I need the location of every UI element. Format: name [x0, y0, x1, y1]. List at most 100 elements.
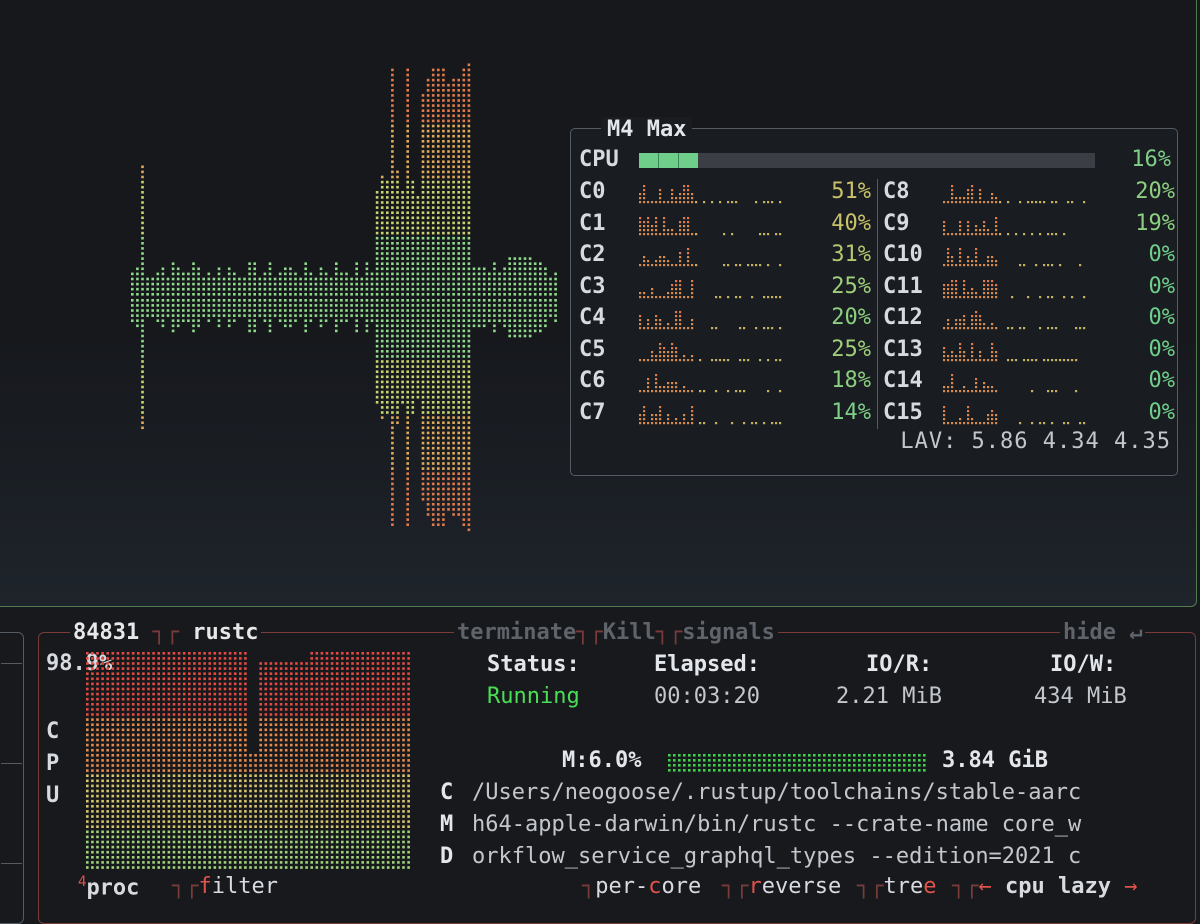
enter-icon: ↵ [1129, 620, 1142, 645]
status-value: Running [487, 684, 580, 709]
core-sparkline [639, 246, 789, 268]
core-row: C15 0% [883, 400, 1173, 430]
core-label: C15 [883, 400, 923, 425]
cpu-total-meter [639, 153, 1095, 168]
elapsed-value: 00:03:20 [654, 684, 760, 709]
core-sparkline-wrap [639, 309, 789, 337]
core-sparkline-wrap [943, 246, 1093, 274]
core-label: C12 [883, 305, 923, 330]
core-label: C10 [883, 242, 923, 267]
core-label: C5 [579, 337, 606, 362]
hide-button[interactable]: hide [1063, 620, 1116, 645]
core-percent: 0% [1105, 305, 1175, 330]
core-percent: 18% [801, 368, 871, 393]
core-label: C7 [579, 400, 606, 425]
cpu-total-label: CPU [579, 147, 619, 172]
cpu-vertical-letter: P [46, 748, 59, 780]
core-sparkline [639, 309, 789, 331]
cpu-vertical-letter: C [46, 716, 59, 748]
core-label: C4 [579, 305, 606, 330]
cpu-vertical-label: CPU [46, 716, 59, 812]
core-row: C110% [883, 274, 1173, 304]
core-sparkline [639, 183, 789, 205]
cpu-total-percent: 16% [1131, 147, 1171, 172]
io-read-label: IO/R: [866, 652, 932, 677]
core-label: C14 [883, 368, 923, 393]
core-sparkline [943, 183, 1093, 205]
core-percent: 0% [1105, 274, 1175, 299]
reverse-button[interactable]: ┐┌reverse [720, 874, 843, 899]
core-row: C6 18% [579, 368, 869, 398]
process-cpu-graph [80, 648, 420, 878]
per-core-button[interactable]: ┐per-core [580, 874, 703, 899]
core-sparkline [943, 215, 1093, 237]
core-percent: 20% [1105, 179, 1175, 204]
core-label: C6 [579, 368, 606, 393]
cmd-letter-m: M [440, 812, 453, 837]
sort-right-arrow[interactable]: → [1124, 874, 1137, 899]
sort-left-arrow[interactable]: ← [979, 874, 992, 899]
core-percent: 0% [1105, 337, 1175, 362]
cmd-letter-d: D [440, 844, 453, 869]
signals-button[interactable]: signals [682, 620, 775, 645]
status-label: Status: [487, 652, 580, 677]
core-label: C13 [883, 337, 923, 362]
tree-button[interactable]: ┐┌tree [855, 874, 939, 899]
proc-label: proc [86, 875, 139, 900]
core-row: C7 14% [579, 400, 869, 430]
cpu-total-meter-fill [639, 153, 698, 168]
core-row: C8 20% [883, 179, 1173, 209]
core-sparkline-wrap [639, 278, 789, 306]
left-pane-edge [0, 632, 24, 924]
sort-selector[interactable]: ┐┌← cpu lazy → [950, 874, 1139, 899]
core-percent: 0% [1105, 400, 1175, 425]
io-read-value: 2.21 MiB [836, 684, 942, 709]
core-sparkline-wrap [943, 278, 1093, 306]
proc-tab[interactable]: 4proc [76, 874, 141, 900]
core-label: C1 [579, 211, 606, 236]
command-line-3: orkflow_service_graphql_types --edition=… [472, 844, 1081, 869]
core-label: C0 [579, 179, 606, 204]
core-column-divider [877, 179, 878, 429]
core-label: C3 [579, 274, 606, 299]
cpu-vertical-letter: U [46, 780, 59, 812]
core-row: C12 0% [883, 305, 1173, 335]
core-sparkline-wrap [639, 372, 789, 400]
core-sparkline-wrap [639, 404, 789, 432]
cpu-model-title: M4 Max [601, 117, 692, 142]
core-sparkline-wrap [943, 372, 1093, 400]
core-row: C4 20% [579, 305, 869, 335]
core-label: C2 [579, 242, 606, 267]
core-sparkline-wrap [639, 183, 789, 211]
core-percent: 25% [801, 274, 871, 299]
terminate-button[interactable]: terminate [457, 620, 576, 645]
core-percent: 14% [801, 400, 871, 425]
core-row: C5 25% [579, 337, 869, 367]
core-row: C13 0% [883, 337, 1173, 367]
filter-button[interactable]: ┐┌filter [170, 874, 280, 899]
cpu-detail-box: M4 Max CPU 16% C051%C140%C231%C325%C420%… [570, 128, 1178, 476]
core-row: C10 0% [883, 242, 1173, 272]
io-write-label: IO/W: [1050, 652, 1116, 677]
core-sparkline-wrap [943, 341, 1093, 369]
process-actions: terminate┐┌Kill┐┌signals [454, 620, 778, 645]
load-average: LAV: 5.86 4.34 4.35 [900, 429, 1171, 454]
core-percent: 40% [801, 211, 871, 236]
hide-control: hide ↵ [1060, 620, 1145, 645]
core-percent: 25% [801, 337, 871, 362]
core-sparkline-wrap [639, 246, 789, 274]
core-sparkline [639, 215, 789, 237]
core-row: C1 40% [579, 211, 869, 241]
core-label: C8 [883, 179, 910, 204]
core-percent: 31% [801, 242, 871, 267]
command-line-2: h64-apple-darwin/bin/rustc --crate-name … [472, 812, 1081, 837]
core-row: C919% [883, 211, 1173, 241]
core-label: C9 [883, 211, 910, 236]
core-sparkline [943, 309, 1093, 331]
core-sparkline [639, 341, 789, 363]
core-row: C051% [579, 179, 869, 209]
core-sparkline [639, 372, 789, 394]
kill-button[interactable]: Kill [603, 620, 656, 645]
core-percent: 20% [801, 305, 871, 330]
core-percent: 0% [1105, 242, 1175, 267]
